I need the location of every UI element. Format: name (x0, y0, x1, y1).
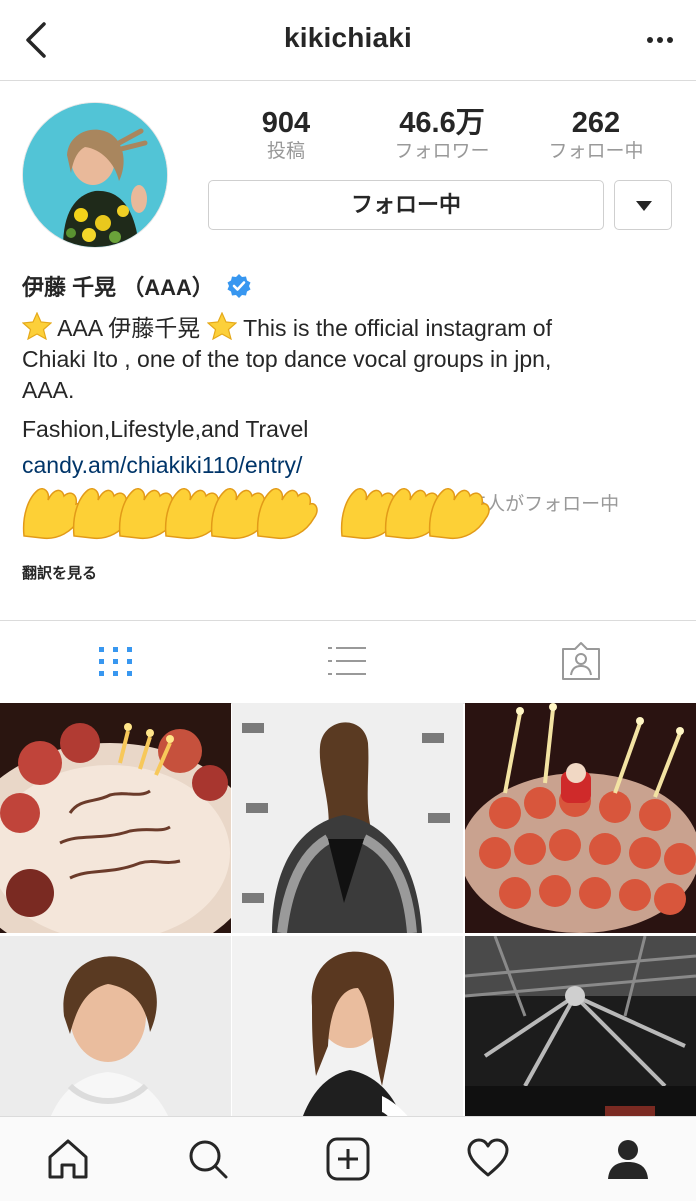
clap-icon (256, 488, 318, 540)
nav-activity[interactable] (466, 1137, 510, 1181)
bio-text-1: AAA 伊藤千晃 (57, 315, 201, 341)
tab-grid-view[interactable] (96, 641, 136, 681)
see-translation-link[interactable]: 翻訳を見る (22, 562, 97, 583)
followers-label: フォロワー (394, 141, 490, 162)
search-icon (189, 1140, 228, 1179)
nav-add-post[interactable] (326, 1137, 370, 1181)
home-icon (48, 1139, 88, 1179)
suggestions-dropdown-button[interactable] (614, 180, 672, 230)
following-stat[interactable]: 262 フォロー中 (526, 106, 666, 164)
profile-stats: 904 投稿 46.6万 フォロワー 262 フォロー中 (208, 106, 678, 166)
verified-badge-icon (227, 274, 251, 298)
grid-photo[interactable] (0, 703, 231, 933)
photo-grid (0, 703, 696, 1116)
profile-name: 伊藤 千晃 （AAA） (22, 275, 214, 300)
nav-search[interactable] (186, 1137, 230, 1181)
star-emoji-icon (22, 312, 52, 340)
grid-photo[interactable] (465, 703, 696, 933)
heart-icon (467, 1138, 509, 1177)
bio-line-2: Chiaki Ito , one of the top dance vocal … (22, 346, 552, 372)
clap-icon (428, 488, 490, 540)
followers-count: 46.6万 (399, 107, 485, 139)
tagged-person-icon (562, 642, 600, 680)
following-label: フォロー中 (548, 141, 644, 162)
posts-count: 904 (261, 107, 311, 139)
nav-home[interactable] (46, 1137, 90, 1181)
profile-icon (608, 1140, 648, 1179)
grid-photo[interactable] (0, 936, 231, 1116)
list-icon (328, 647, 366, 675)
tab-tagged[interactable] (560, 641, 600, 681)
top-bar: kikichiaki (0, 0, 696, 81)
clap-emoji-group (22, 488, 490, 540)
more-options-button[interactable] (642, 26, 678, 54)
bio-line-4: Fashion,Lifestyle,and Travel (22, 416, 309, 442)
star-emoji-icon (206, 312, 237, 340)
grid-icon (99, 647, 132, 676)
bio-text-1b: This is the official instagram of (243, 315, 552, 341)
grid-photo[interactable] (465, 936, 696, 1116)
grid-photo[interactable] (232, 936, 463, 1116)
bottom-navigation (0, 1116, 696, 1201)
more-dots-icon (647, 37, 673, 43)
profile-bio: AAA 伊藤千晃 This is the official instagram … (22, 312, 682, 406)
grid-photo[interactable] (232, 703, 463, 933)
username-title: kikichiaki (283, 22, 413, 53)
posts-stat[interactable]: 904 投稿 (216, 106, 356, 164)
profile-view-tabs (0, 620, 696, 704)
followers-stat[interactable]: 46.6万 フォロワー (372, 106, 512, 164)
following-count: 262 (571, 107, 621, 139)
profile-avatar[interactable] (22, 102, 168, 248)
following-button[interactable]: フォロー中 (208, 180, 604, 230)
bio-line-1: AAA 伊藤千晃 This is the official instagram … (22, 312, 682, 344)
tab-list-view[interactable] (326, 641, 366, 681)
profile-name-row: 伊藤 千晃 （AAA） (22, 270, 252, 302)
bio-line-3: AAA. (22, 377, 75, 403)
caret-down-icon (636, 201, 652, 211)
posts-label: 投稿 (266, 141, 305, 162)
add-post-icon (326, 1137, 370, 1181)
nav-profile[interactable] (606, 1137, 650, 1181)
